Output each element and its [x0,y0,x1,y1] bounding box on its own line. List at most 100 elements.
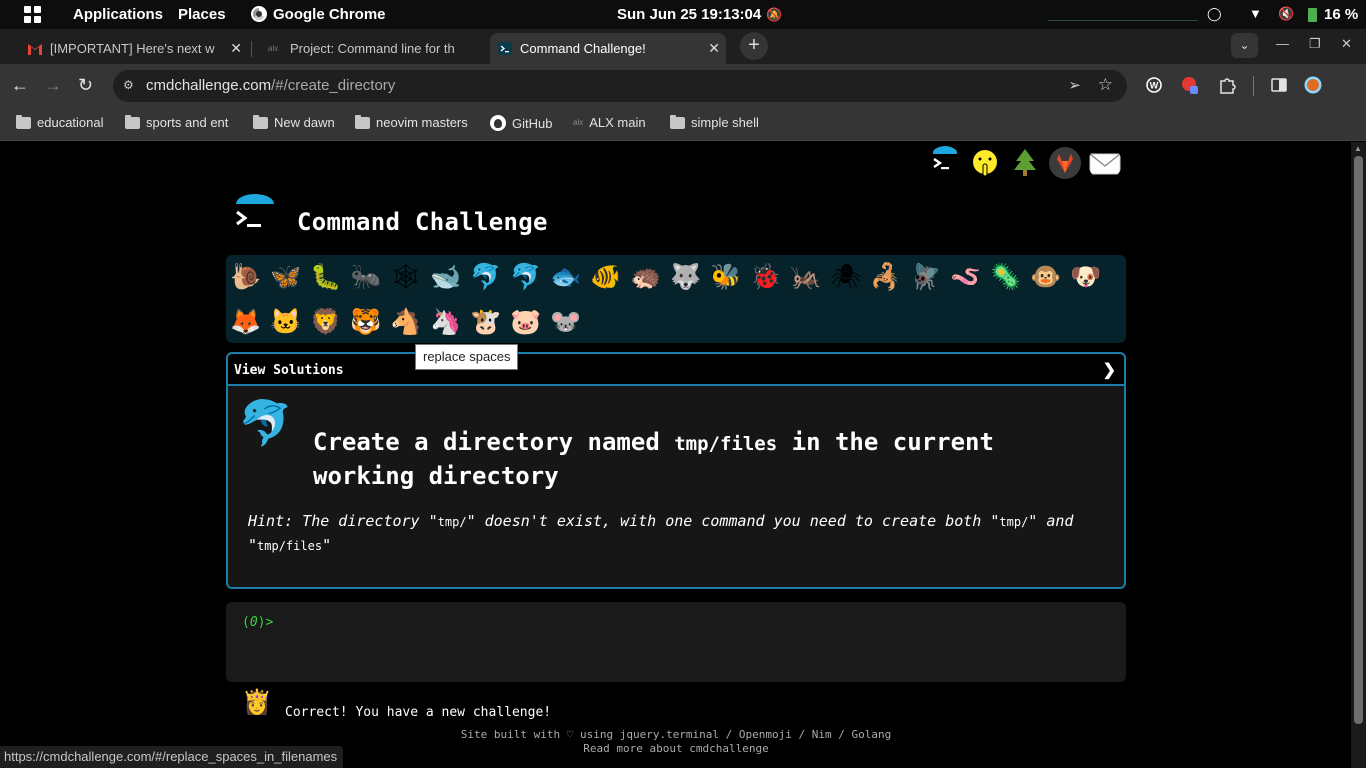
shushing-face-icon[interactable] [968,146,1002,180]
ant-icon[interactable]: 🐜 [350,261,382,293]
princess-icon: 👸 [242,689,272,716]
github-icon [490,115,506,131]
terminal-input[interactable]: (0)> [226,602,1126,682]
tab-search-button[interactable]: ⌄ [1231,33,1258,58]
site-info-icon[interactable]: ⚙ [123,78,137,92]
back-button[interactable]: ← [11,75,29,95]
active-app-label[interactable]: Google Chrome [273,6,386,23]
footer-credits: Site built with ♡ using jquery.terminal … [460,728,892,741]
alx-icon: alx [573,118,584,127]
microbe-icon[interactable]: 🦠 [990,261,1022,293]
view-solutions-bar[interactable]: View Solutions ❯ [228,354,1124,386]
new-tab-button[interactable]: + [740,32,768,60]
pig-icon[interactable]: 🐷 [510,306,542,338]
monkey-icon[interactable]: 🐵 [1030,261,1062,293]
clock[interactable]: Sun Jun 25 19:13:04 [617,6,761,23]
places-menu[interactable]: Places [178,6,226,23]
address-bar[interactable]: ⚙ cmdchallenge.com/#/create_directory ➢ … [113,70,1127,102]
spider-icon[interactable]: 🕷 [830,261,862,293]
cricket-icon[interactable]: 🦗 [790,261,822,293]
snail-icon[interactable]: 🐌 [230,261,262,293]
tab-alx-project[interactable]: alx Project: Command line for th [260,33,488,64]
close-window-icon[interactable]: ✕ [1341,36,1352,52]
dolphin-icon[interactable]: 🐬 [470,261,502,293]
bookmark-neovim-masters[interactable]: neovim masters [355,114,468,130]
profile-avatar-icon[interactable] [1304,76,1322,94]
close-tab-icon[interactable]: ✕ [230,40,242,57]
volume-muted-icon[interactable]: 🔇 [1278,6,1294,22]
bookmark-educational[interactable]: educational [16,114,104,130]
bookmark-github[interactable]: GitHub [490,115,552,131]
bookmark-new-dawn[interactable]: New dawn [253,114,335,130]
gitlab-icon[interactable] [1048,146,1082,180]
applications-menu[interactable]: Applications [73,6,163,23]
whale-icon[interactable]: 🐋 [430,261,462,293]
send-to-devices-icon[interactable]: ➢ [1068,76,1081,94]
challenge-tooltip: replace spaces [415,344,519,370]
wolf-icon[interactable]: 🐺 [670,261,702,293]
maximize-icon[interactable]: ❐ [1309,36,1321,52]
page-viewport: Command Challenge 🐌 🦋 🐛 🐜 🕸 🐋 🐬 🐬 🐟 🐠 🦔 🐺 🐝 🐞 🦗 🕷 🦂 🪰 🪱 🦠 🐵 🐶… [0,142,1351,768]
tab-title: Project: Command line for th [290,41,455,56]
unicorn-icon[interactable]: 🦄 [430,306,462,338]
cat-icon[interactable]: 🐱 [270,306,302,338]
folder-icon [16,114,31,129]
notifications-muted-icon[interactable]: 🔕 [766,7,782,22]
horse-icon[interactable]: 🐴 [390,306,422,338]
dog-icon[interactable]: 🐶 [1070,261,1102,293]
extensions-puzzle-icon[interactable] [1218,76,1236,94]
url-text[interactable]: cmdchallenge.com/#/create_directory [146,77,395,94]
hedgehog-icon[interactable]: 🦔 [630,261,662,293]
read-more-link[interactable]: Read more about cmdchallenge [376,742,976,756]
fox-icon[interactable]: 🦊 [230,306,262,338]
tiger-icon[interactable]: 🐯 [350,306,382,338]
bookmark-label: simple shell [691,115,759,130]
wifi-icon[interactable]: ▼ [1249,6,1262,21]
battery-icon[interactable] [1308,8,1317,22]
forward-button[interactable]: → [44,75,62,95]
close-tab-icon[interactable]: ✕ [708,40,720,57]
caterpillar-icon[interactable]: 🐛 [310,261,342,293]
status-bar-url: https://cmdchallenge.com/#/replace_space… [0,746,344,768]
extension-w-icon[interactable]: W [1145,76,1163,94]
tab-gmail[interactable]: [IMPORTANT] Here's next w ✕ [20,33,248,64]
cow-icon[interactable]: 🐮 [470,306,502,338]
scorpion-icon[interactable]: 🦂 [870,261,902,293]
bookmarks-bar: educational sports and ent New dawn neov… [0,108,1366,141]
extension-record-icon[interactable] [1181,76,1199,94]
minimize-icon[interactable]: — [1276,36,1289,51]
butterfly-icon[interactable]: 🦋 [270,261,302,293]
bookmark-label: ALX main [589,115,646,130]
tropical-fish-icon[interactable]: 🐠 [590,261,622,293]
tab-command-challenge[interactable]: Command Challenge! ✕ [490,33,726,64]
page-scrollbar[interactable]: ▲ [1351,142,1366,768]
side-panel-icon[interactable] [1270,76,1288,94]
fish-icon[interactable]: 🐟 [550,261,582,293]
bookmark-label: educational [37,115,104,130]
tab-title: [IMPORTANT] Here's next w [50,41,215,56]
top-panel: Applications Places Google Chrome Sun Ju… [0,0,1366,29]
mouse-icon[interactable]: 🐭 [550,306,582,338]
bookmark-star-icon[interactable]: ☆ [1098,75,1113,95]
scroll-up-icon[interactable]: ▲ [1354,144,1362,153]
chevron-right-icon[interactable]: ❯ [1103,360,1116,380]
bookmark-simple-shell[interactable]: simple shell [670,114,759,130]
url-host: cmdchallenge.com [146,77,272,94]
lion-icon[interactable]: 🦁 [310,306,342,338]
tree-icon[interactable] [1008,146,1042,180]
terminal-logo-icon[interactable] [928,146,962,180]
bee-icon[interactable]: 🐝 [710,261,742,293]
fly-icon[interactable]: 🪰 [910,261,942,293]
spider-web-icon[interactable]: 🕸 [390,261,422,293]
ladybug-icon[interactable]: 🐞 [750,261,782,293]
bookmark-alx-main[interactable]: alx ALX main [573,115,646,130]
dolphin-icon: 🐬 [238,399,293,448]
scrollbar-thumb[interactable] [1354,156,1363,724]
worm-icon[interactable]: 🪱 [950,261,982,293]
app-grid-icon[interactable] [24,6,41,23]
dolphin-icon[interactable]: 🐬 [510,261,542,293]
gmail-icon [28,44,42,55]
reload-button[interactable]: ↻ [78,75,93,95]
mail-icon[interactable] [1088,146,1122,180]
bookmark-sports-and-ent[interactable]: sports and ent [125,114,228,130]
